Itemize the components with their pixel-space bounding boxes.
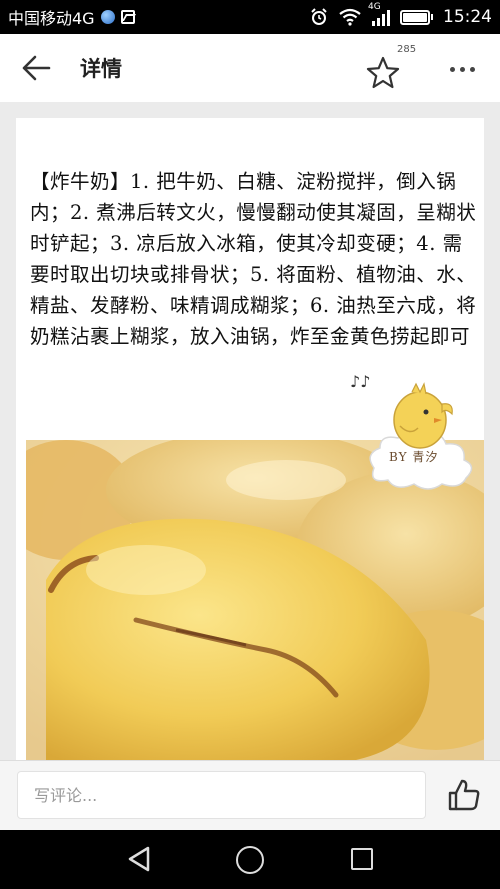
app-header: 详情 285 bbox=[0, 34, 500, 102]
network-type: 4G bbox=[368, 2, 381, 12]
music-note-icon: ♪♪ bbox=[350, 372, 371, 391]
nav-back-icon[interactable] bbox=[126, 845, 152, 873]
comment-input[interactable]: 写评论... bbox=[17, 771, 426, 819]
system-nav-bar bbox=[0, 830, 500, 889]
chick-watermark-logo bbox=[369, 382, 473, 490]
recipe-card: 【炸牛奶】1. 把牛奶、白糖、淀粉搅拌，倒入锅内；2. 煮沸后转文火，慢慢翻动使… bbox=[16, 118, 484, 760]
battery-icon bbox=[400, 9, 433, 25]
nav-recent-apps-icon[interactable] bbox=[351, 848, 373, 870]
star-icon bbox=[366, 56, 400, 89]
back-arrow-icon bbox=[22, 55, 51, 81]
image-icon bbox=[120, 10, 135, 24]
like-button[interactable] bbox=[446, 777, 482, 813]
more-icon bbox=[449, 66, 455, 72]
favorite-button[interactable]: 285 bbox=[364, 44, 416, 94]
thumbs-up-icon bbox=[448, 779, 480, 811]
back-button[interactable] bbox=[0, 34, 72, 102]
clock: 15:24 bbox=[443, 7, 492, 27]
status-bar: 中国移动4G 4G 15:24 bbox=[0, 0, 500, 34]
article-content: 【炸牛奶】1. 把牛奶、白糖、淀粉搅拌，倒入锅内；2. 煮沸后转文火，慢慢翻动使… bbox=[0, 102, 500, 760]
recipe-text: 【炸牛奶】1. 把牛奶、白糖、淀粉搅拌，倒入锅内；2. 煮沸后转文火，慢慢翻动使… bbox=[30, 170, 477, 348]
more-button[interactable] bbox=[440, 54, 484, 84]
globe-icon bbox=[100, 10, 115, 24]
alarm-icon bbox=[311, 8, 327, 25]
carrier-name: 中国移动4G bbox=[8, 9, 95, 28]
author-watermark: BY 青汐 bbox=[389, 450, 439, 464]
nav-home-icon[interactable] bbox=[236, 846, 264, 874]
wifi-icon bbox=[339, 8, 361, 26]
comment-bar: 写评论... bbox=[0, 760, 500, 830]
page-title: 详情 bbox=[80, 57, 122, 81]
favorite-count: 285 bbox=[397, 44, 417, 55]
signal-icon: 4G bbox=[368, 2, 390, 26]
